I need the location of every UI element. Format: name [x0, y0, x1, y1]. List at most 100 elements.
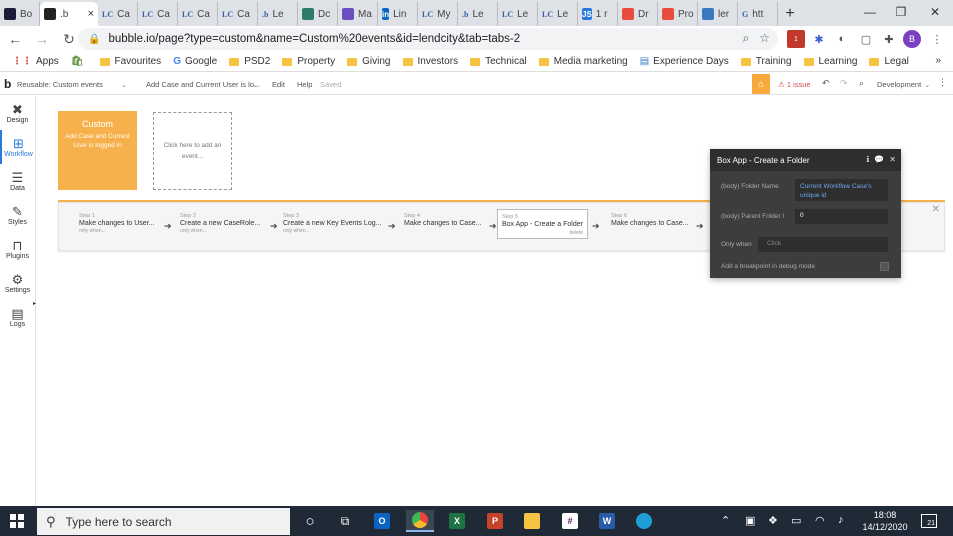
star-icon[interactable]: ☆: [759, 31, 770, 46]
browser-tab[interactable]: LC Ca: [138, 2, 178, 26]
cortana-icon[interactable]: ○: [296, 510, 324, 532]
outlook-icon[interactable]: O: [368, 510, 396, 532]
search-icon[interactable]: ⌕: [859, 78, 864, 89]
extension-c-icon[interactable]: ▢: [857, 30, 875, 48]
sidebar-item-workflow[interactable]: ⊞ Workflow: [0, 130, 35, 164]
environment-selector[interactable]: Development: [877, 80, 921, 89]
browser-tab[interactable]: Pro: [658, 2, 698, 26]
minimize-button[interactable]: —: [855, 0, 885, 24]
browser-tab[interactable]: in Lin: [378, 2, 418, 26]
word-icon[interactable]: W: [593, 510, 621, 532]
browser-tab[interactable]: .b ×: [40, 2, 98, 26]
folder-name-field[interactable]: Current Workflow Case's unique id: [795, 179, 888, 201]
bookmark-item[interactable]: G Google: [173, 56, 217, 67]
browser-tab[interactable]: JS 1 r: [578, 2, 618, 26]
comment-icon[interactable]: 💬: [874, 155, 884, 164]
browser-tab[interactable]: LC Le: [498, 2, 538, 26]
tray-chevron-up-icon[interactable]: ⌃: [721, 514, 730, 527]
bookmark-item[interactable]: 🛍: [71, 56, 88, 67]
sidebar-item-settings[interactable]: ⚙ Settings: [0, 266, 35, 300]
slack-icon[interactable]: #: [556, 510, 584, 532]
issue-count[interactable]: 1 issue: [787, 80, 811, 89]
bookmarks-overflow-icon[interactable]: »: [935, 55, 941, 66]
event-selector-chevron-icon[interactable]: ⌄: [252, 80, 258, 89]
file-explorer-icon[interactable]: [518, 510, 546, 532]
browser-menu-icon[interactable]: ⋮: [928, 30, 946, 48]
browser-tab[interactable]: LC My: [418, 2, 458, 26]
profile-avatar[interactable]: B: [903, 30, 921, 48]
bookmark-item[interactable]: Property: [282, 56, 335, 67]
battery-icon[interactable]: ▭: [791, 514, 801, 527]
sidebar-item-plugins[interactable]: ⊓ Plugins: [0, 232, 35, 266]
expand-sidebar-icon[interactable]: ▸: [33, 300, 36, 307]
panel-header[interactable]: Box App - Create a Folder ℹ 💬 ✕: [710, 149, 901, 171]
extension-snowflake-icon[interactable]: ✱: [810, 30, 828, 48]
add-event-button[interactable]: Click here to add an event...: [153, 112, 232, 190]
wifi-icon[interactable]: ◠: [815, 514, 825, 527]
browser-tab[interactable]: Dr: [618, 2, 658, 26]
edge-icon[interactable]: [630, 510, 658, 532]
browser-tab[interactable]: .b Le: [458, 2, 498, 26]
close-window-button[interactable]: ✕: [920, 0, 950, 24]
bookmark-item[interactable]: Giving: [347, 56, 391, 67]
browser-tab[interactable]: Dc: [298, 2, 338, 26]
parent-folder-field[interactable]: 0: [795, 209, 888, 224]
url-text[interactable]: bubble.io/page?type=custom&name=Custom%2…: [108, 33, 520, 45]
page-selector-chevron-icon[interactable]: ⌄: [121, 80, 127, 89]
issues-indicator[interactable]: ⌂ ⚠ 1 issue: [752, 73, 811, 95]
workflow-step[interactable]: Step 4 Make changes to Case...: [400, 209, 485, 239]
home-icon[interactable]: ⌂: [752, 74, 770, 94]
bookmark-item[interactable]: Investors: [402, 56, 458, 67]
new-tab-button[interactable]: +: [778, 2, 802, 26]
redo-icon[interactable]: ↷: [840, 78, 848, 89]
sidebar-item-data[interactable]: ☰ Data: [0, 164, 35, 198]
forward-icon[interactable]: →: [30, 27, 54, 51]
browser-tab[interactable]: LC Ca: [218, 2, 258, 26]
page-selector[interactable]: Reusable: Custom events: [17, 80, 103, 89]
taskbar-search-input[interactable]: ⚲ Type here to search: [37, 508, 290, 535]
browser-tab[interactable]: LC Ca: [178, 2, 218, 26]
step-delete-link[interactable]: delete: [569, 230, 583, 236]
powerpoint-icon[interactable]: P: [481, 510, 509, 532]
bookmark-item[interactable]: PSD2: [229, 56, 270, 67]
info-icon[interactable]: ℹ: [866, 155, 869, 164]
sidebar-item-styles[interactable]: ✎ Styles: [0, 198, 35, 232]
bookmark-item[interactable]: Technical: [470, 56, 527, 67]
browser-tab[interactable]: Bo: [0, 2, 40, 26]
event-card[interactable]: Custom Add Case and Current User is logg…: [58, 111, 137, 190]
bookmark-item[interactable]: ▤ Experience Days: [640, 56, 729, 67]
extensions-puzzle-icon[interactable]: ✚: [880, 30, 898, 48]
browser-tab[interactable]: Ghtt: [738, 2, 778, 26]
windows-start-icon[interactable]: [10, 514, 24, 528]
workflow-step[interactable]: Step 6 Make changes to Case...: [607, 209, 692, 239]
extension-badge-icon[interactable]: 1: [787, 30, 805, 48]
event-selector[interactable]: Add Case and Current User is lo...: [146, 80, 260, 89]
bookmark-item[interactable]: Favourites: [99, 56, 161, 67]
more-icon[interactable]: ⋮: [938, 77, 947, 88]
only-when-field[interactable]: Click: [758, 237, 888, 252]
workflow-step[interactable]: Step 3 Create a new Key Events Log... only…: [279, 209, 384, 239]
chrome-icon[interactable]: [406, 510, 434, 532]
dropbox-icon[interactable]: ❖: [768, 514, 778, 527]
bookmark-item[interactable]: ⋮⋮ Apps: [12, 56, 59, 67]
browser-tab[interactable]: Ma: [338, 2, 378, 26]
environment-chevron-icon[interactable]: ⌄: [924, 80, 930, 89]
breakpoint-checkbox[interactable]: [880, 262, 889, 271]
restore-button[interactable]: ❐: [886, 0, 916, 24]
back-icon[interactable]: ←: [3, 27, 27, 51]
browser-tab[interactable]: ler: [698, 2, 738, 26]
undo-icon[interactable]: ↶: [822, 78, 830, 89]
bookmark-item[interactable]: Media marketing: [538, 56, 628, 67]
browser-tab[interactable]: .b Le: [258, 2, 298, 26]
tray-meet-icon[interactable]: ▣: [745, 514, 755, 527]
workflow-step[interactable]: Step 1 Make changes to User... only when..…: [75, 209, 160, 239]
close-tab-icon[interactable]: ×: [88, 8, 94, 20]
bookmark-item[interactable]: Learning: [803, 56, 857, 67]
workflow-step[interactable]: Step 5 Box App - Create a Folder delete: [497, 209, 588, 239]
sidebar-item-logs[interactable]: ▤ Logs: [0, 300, 35, 334]
help-menu[interactable]: Help: [297, 80, 312, 89]
sidebar-item-design[interactable]: ✖ Design: [0, 96, 35, 130]
url-bar[interactable]: 🔒 bubble.io/page?type=custom&name=Custom…: [78, 28, 778, 50]
bookmark-item[interactable]: Training: [740, 56, 792, 67]
volume-icon[interactable]: ♪: [838, 514, 844, 526]
